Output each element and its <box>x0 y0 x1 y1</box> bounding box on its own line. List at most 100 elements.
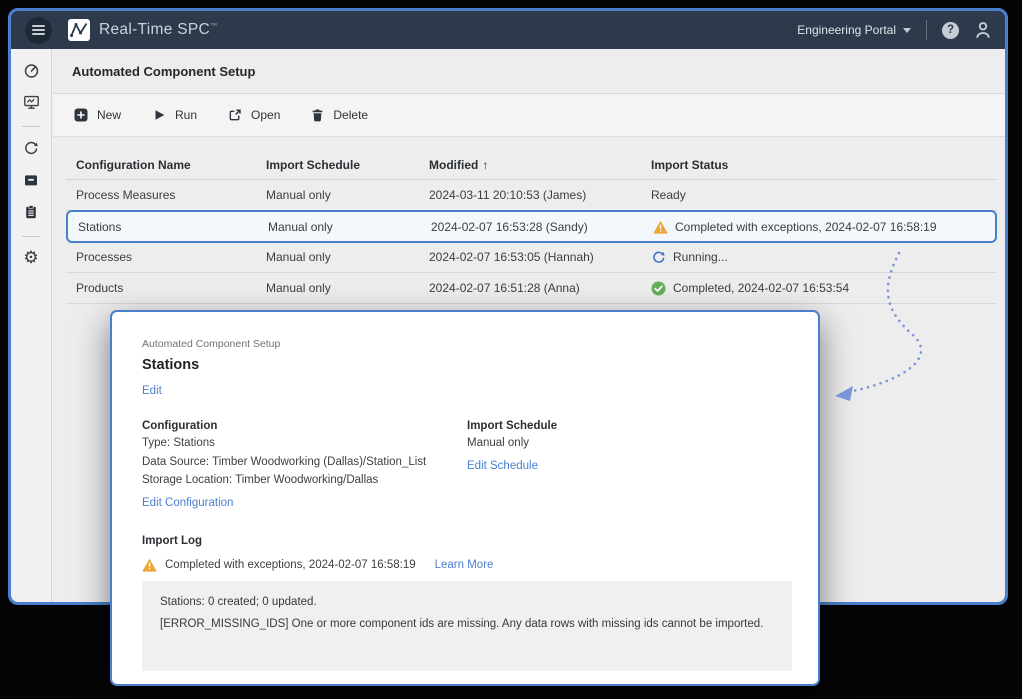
help-button[interactable]: ? <box>942 22 959 39</box>
topbar-divider <box>926 20 927 40</box>
status-text: Completed with exceptions, 2024-02-07 16… <box>675 220 937 234</box>
user-button[interactable] <box>973 20 993 40</box>
sidebar-item-storage[interactable] <box>20 172 42 188</box>
config-name: Processes <box>66 250 256 264</box>
dashboard-gauge-icon <box>23 62 40 79</box>
configuration-heading: Configuration <box>142 420 467 432</box>
sidebar-item-tasks[interactable] <box>20 204 42 220</box>
status-text: Ready <box>651 188 686 202</box>
import-schedule-heading: Import Schedule <box>467 420 557 432</box>
sidebar-divider <box>22 236 40 237</box>
running-refresh-icon <box>651 250 666 265</box>
app-title: Real-Time SPC™ <box>99 21 218 39</box>
column-header-configuration-name[interactable]: Configuration Name <box>66 158 256 172</box>
import-schedule: Manual only <box>256 250 419 264</box>
log-line-summary: Stations: 0 created; 0 updated. <box>160 596 774 608</box>
sidebar-item-charts[interactable] <box>20 94 42 110</box>
panel-breadcrumb: Automated Component Setup <box>142 338 788 350</box>
import-log-status: Completed with exceptions, 2024-02-07 16… <box>142 558 788 572</box>
sync-icon <box>23 140 39 156</box>
column-header-import-status[interactable]: Import Status <box>641 158 997 172</box>
top-bar: Real-Time SPC™ Engineering Portal ? <box>11 11 1005 49</box>
archive-box-icon <box>23 172 39 188</box>
sort-ascending-icon: ↑ <box>482 158 488 172</box>
import-schedule: Manual only <box>256 188 419 202</box>
modified: 2024-03-11 20:10:53 (James) <box>419 188 641 202</box>
import-schedule: Manual only <box>258 220 421 234</box>
sidebar-item-settings[interactable]: ⚙ <box>20 250 42 266</box>
run-button-label: Run <box>175 108 197 122</box>
table-row-process-measures[interactable]: Process Measures Manual only 2024-03-11 … <box>66 180 997 211</box>
import-status: Ready <box>641 188 997 202</box>
help-icon: ? <box>947 24 954 36</box>
column-header-import-schedule[interactable]: Import Schedule <box>256 158 419 172</box>
run-button[interactable]: Run <box>152 108 197 122</box>
import-status: Completed, 2024-02-07 16:53:54 <box>641 281 997 296</box>
line-chart-logo-icon <box>68 19 90 41</box>
sidebar: ⚙ <box>11 49 52 602</box>
modified: 2024-02-07 16:51:28 (Anna) <box>419 281 641 295</box>
delete-button[interactable]: Delete <box>311 108 368 122</box>
trademark: ™ <box>210 21 218 30</box>
table-row-processes[interactable]: Processes Manual only 2024-02-07 16:53:0… <box>66 242 997 273</box>
hamburger-menu-icon[interactable] <box>25 17 52 44</box>
modified: 2024-02-07 16:53:28 (Sandy) <box>421 220 643 234</box>
sidebar-divider <box>22 126 40 127</box>
modified: 2024-02-07 16:53:05 (Hannah) <box>419 250 641 264</box>
trash-icon <box>311 108 324 122</box>
add-icon <box>74 108 88 122</box>
delete-button-label: Delete <box>333 108 368 122</box>
configuration-data-source: Data Source: Timber Woodworking (Dallas)… <box>142 455 467 470</box>
warning-triangle-icon <box>142 558 157 572</box>
config-name: Stations <box>68 220 258 234</box>
import-status: Completed with exceptions, 2024-02-07 16… <box>643 220 995 234</box>
user-icon <box>973 20 993 40</box>
edit-link[interactable]: Edit <box>142 385 162 397</box>
chevron-down-icon <box>903 28 911 33</box>
table-row-stations-selected[interactable]: Stations Manual only 2024-02-07 16:53:28… <box>66 210 997 243</box>
monitor-chart-icon <box>23 94 40 111</box>
sidebar-item-dashboard[interactable] <box>20 62 42 78</box>
log-line-error: [ERROR_MISSING_IDS] One or more componen… <box>160 618 774 630</box>
configuration-section: Configuration Type: Stations Data Source… <box>142 420 467 511</box>
new-button-label: New <box>97 108 121 122</box>
success-check-icon <box>651 281 666 296</box>
page-header: Automated Component Setup <box>53 49 1005 93</box>
play-icon <box>152 108 166 122</box>
column-header-modified[interactable]: Modified↑ <box>419 158 641 172</box>
portal-dropdown[interactable]: Engineering Portal <box>797 23 911 37</box>
portal-label: Engineering Portal <box>797 23 896 37</box>
import-schedule-section: Import Schedule Manual only Edit Schedul… <box>467 420 557 511</box>
panel-title: Stations <box>142 357 788 373</box>
open-external-icon <box>228 108 242 122</box>
clipboard-icon <box>23 204 39 220</box>
import-schedule-value: Manual only <box>467 436 557 451</box>
detail-panel: Automated Component Setup Stations Edit … <box>110 310 820 686</box>
import-schedule: Manual only <box>256 281 419 295</box>
table-header-row: Configuration Name Import Schedule Modif… <box>66 150 997 180</box>
import-status: Running... <box>641 250 997 265</box>
edit-schedule-link[interactable]: Edit Schedule <box>467 460 538 472</box>
configuration-type: Type: Stations <box>142 436 467 451</box>
open-button-label: Open <box>251 108 280 122</box>
screenshot-stage: Real-Time SPC™ Engineering Portal ? <box>0 0 1022 699</box>
import-log-status-text: Completed with exceptions, 2024-02-07 16… <box>165 559 416 571</box>
toolbar: New Run Open <box>53 93 1005 137</box>
new-button[interactable]: New <box>74 108 121 122</box>
configuration-storage-location: Storage Location: Timber Woodworking/Dal… <box>142 473 467 488</box>
config-name: Products <box>66 281 256 295</box>
import-log-box: Stations: 0 created; 0 updated. [ERROR_M… <box>142 581 792 671</box>
page-title: Automated Component Setup <box>72 64 255 79</box>
open-button[interactable]: Open <box>228 108 280 122</box>
config-name: Process Measures <box>66 188 256 202</box>
config-table: Configuration Name Import Schedule Modif… <box>66 150 997 304</box>
status-text: Completed, 2024-02-07 16:53:54 <box>673 281 849 295</box>
sidebar-item-sync[interactable] <box>20 140 42 156</box>
import-log-heading: Import Log <box>142 535 788 547</box>
warning-triangle-icon <box>653 220 668 234</box>
learn-more-link[interactable]: Learn More <box>435 559 494 571</box>
settings-gear-icon: ⚙ <box>23 250 38 266</box>
table-row-products[interactable]: Products Manual only 2024-02-07 16:51:28… <box>66 273 997 304</box>
status-text: Running... <box>673 250 728 264</box>
edit-configuration-link[interactable]: Edit Configuration <box>142 497 233 509</box>
